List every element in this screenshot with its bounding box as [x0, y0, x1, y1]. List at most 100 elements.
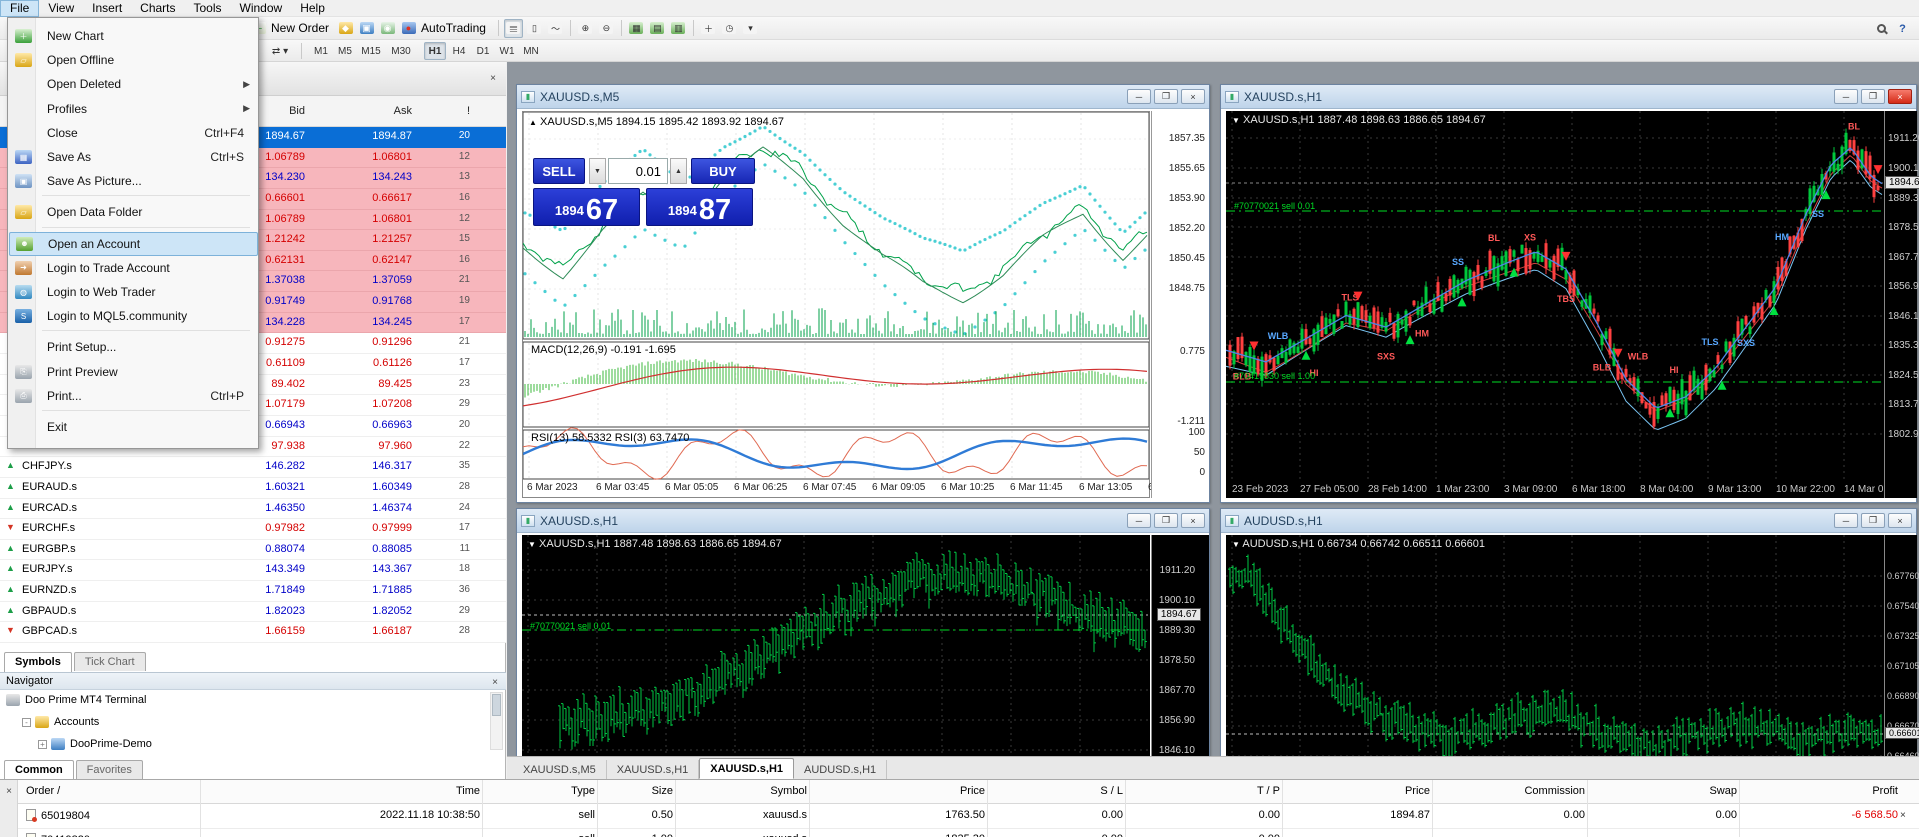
- market-watch-row[interactable]: ▲EURJPY.s143.349143.36718: [0, 560, 506, 581]
- mw-header-ask[interactable]: Ask: [350, 105, 412, 117]
- restore-icon[interactable]: ❒: [1861, 513, 1885, 528]
- timeframe-d1[interactable]: D1: [472, 42, 494, 60]
- chart-window-titlebar[interactable]: ▮ XAUUSD.s,H1 ─ ❒ ×: [1221, 85, 1916, 109]
- terminal-col-profit[interactable]: Profit: [1747, 785, 1898, 797]
- market-watch-row[interactable]: ▲GBPAUD.s1.820231.8205229: [0, 602, 506, 623]
- file-menu-item-print-preview[interactable]: ⎘Print Preview: [9, 360, 258, 384]
- menu-help[interactable]: Help: [291, 0, 334, 17]
- terminal-col-price2[interactable]: Price: [1290, 785, 1430, 797]
- sell-button[interactable]: SELL: [533, 158, 585, 184]
- minimize-icon[interactable]: ─: [1127, 89, 1151, 104]
- minimize-icon[interactable]: ─: [1127, 513, 1151, 528]
- file-menu-item-new-chart[interactable]: ＋New Chart: [9, 24, 258, 48]
- chart-window-xauusd-h1-small[interactable]: ▮ XAUUSD.s,H1 ─ ❒ × ▼ XAUUSD.s,H1 1887.4…: [516, 508, 1210, 756]
- tab-symbols[interactable]: Symbols: [4, 652, 72, 672]
- terminal-col-tp[interactable]: T / P: [1133, 785, 1280, 797]
- buy-price[interactable]: 189487: [646, 188, 753, 226]
- terminal-icon[interactable]: ▣: [357, 19, 376, 38]
- menu-charts[interactable]: Charts: [131, 0, 184, 17]
- chart-window-xauusd-h1-main[interactable]: ▮ XAUUSD.s,H1 ─ ❒ × BLBWLBHITLSSXSHMSSBL…: [1220, 84, 1917, 503]
- h1-main-chart-canvas[interactable]: BLBWLBHITLSSXSHMSSBLXSTBSBLBWLBHITLSSXSH…: [1226, 111, 1884, 498]
- restore-icon[interactable]: ❒: [1861, 89, 1885, 104]
- file-menu-item-login-to-web-trader[interactable]: ◍Login to Web Trader: [9, 280, 258, 304]
- file-menu-item-save-as-picture-[interactable]: ▣Save As Picture...: [9, 169, 258, 193]
- navigator-item-accounts[interactable]: -Accounts: [22, 712, 502, 732]
- file-menu-item-print-[interactable]: ⎙Print...Ctrl+P: [9, 384, 258, 408]
- help-icon[interactable]: ?: [1893, 19, 1912, 38]
- tab-common[interactable]: Common: [4, 760, 74, 780]
- restore-icon[interactable]: ❒: [1154, 89, 1178, 104]
- close-icon[interactable]: ×: [1888, 513, 1912, 528]
- market-watch-row[interactable]: ▼EURCHF.s0.979820.9799917: [0, 519, 506, 540]
- file-menu-item-profiles[interactable]: Profiles▶: [9, 97, 258, 121]
- indicators-icon[interactable]: ＋: [699, 19, 718, 38]
- close-icon[interactable]: ×: [1181, 513, 1205, 528]
- bar-chart-icon[interactable]: 𝄙: [504, 19, 523, 38]
- file-menu-item-exit[interactable]: Exit: [9, 415, 258, 439]
- terminal-col-commission[interactable]: Commission: [1440, 785, 1585, 797]
- file-menu-item-open-offline[interactable]: ▱Open Offline: [9, 48, 258, 72]
- sell-price[interactable]: 189467: [533, 188, 640, 226]
- tile-windows-icon[interactable]: ▦: [627, 19, 646, 38]
- close-icon[interactable]: ×: [1888, 89, 1912, 104]
- buy-button[interactable]: BUY: [691, 158, 755, 184]
- chart-tab-xauusd-s-h1[interactable]: XAUUSD.s,H1: [699, 758, 794, 779]
- terminal-col-price[interactable]: Price: [817, 785, 985, 797]
- candlestick-icon[interactable]: ▯: [525, 19, 544, 38]
- menu-tools[interactable]: Tools: [185, 0, 231, 17]
- market-watch-row[interactable]: ▲EURCAD.s1.463501.4637424: [0, 499, 506, 520]
- new-order-button[interactable]: New Order: [271, 21, 329, 35]
- tree-expander-icon[interactable]: +: [38, 740, 47, 749]
- tab-tick-chart[interactable]: Tick Chart: [74, 652, 146, 671]
- terminal-col-swap[interactable]: Swap: [1595, 785, 1737, 797]
- timeframe-mn[interactable]: MN: [520, 42, 542, 60]
- timeframe-m5[interactable]: M5: [334, 42, 356, 60]
- dropdown-icon[interactable]: ▾: [741, 19, 760, 38]
- navigator-item-doo-prime-mt4-terminal[interactable]: Doo Prime MT4 Terminal: [6, 690, 486, 710]
- market-watch-row[interactable]: ▲EURGBP.s0.880740.8808511: [0, 540, 506, 561]
- terminal-col-sl[interactable]: S / L: [995, 785, 1123, 797]
- file-menu-item-login-to-trade-account[interactable]: ➜Login to Trade Account: [9, 256, 258, 280]
- file-menu-item-open-data-folder[interactable]: ▱Open Data Folder: [9, 200, 258, 224]
- menu-insert[interactable]: Insert: [83, 0, 131, 17]
- market-watch-row[interactable]: ▲CHFJPY.s146.282146.31735: [0, 457, 506, 478]
- m5-chart-canvas[interactable]: ▲ XAUUSD.s,M5 1894.15 1895.42 1893.92 18…: [522, 111, 1150, 498]
- market-watch-close-icon[interactable]: ×: [486, 71, 500, 85]
- lot-down-button[interactable]: ▼: [589, 158, 606, 184]
- terminal-col-symbol[interactable]: Symbol: [683, 785, 807, 797]
- timeframe-h4[interactable]: H4: [448, 42, 470, 60]
- expert-advisors-icon[interactable]: ◆: [336, 19, 355, 38]
- close-position-icon[interactable]: ×: [1900, 810, 1906, 821]
- lot-up-button[interactable]: ▲: [670, 158, 687, 184]
- timeframe-w1[interactable]: W1: [496, 42, 518, 60]
- terminal-col-time[interactable]: Time: [208, 785, 480, 797]
- lot-input[interactable]: 0.01: [608, 158, 668, 184]
- autotrading-button[interactable]: AutoTrading: [421, 21, 486, 35]
- arrange-icon[interactable]: ▥: [669, 19, 688, 38]
- chart-tab-xauusd-s-h1[interactable]: XAUUSD.s,H1: [607, 760, 700, 779]
- autotrading-icon[interactable]: ●: [399, 19, 418, 38]
- terminal-order-row[interactable]: 70419830sell1.00xauusd.s1835.300.000.00: [18, 828, 1919, 837]
- close-icon[interactable]: ×: [1181, 89, 1205, 104]
- menu-file[interactable]: File: [0, 0, 39, 17]
- file-menu-item-open-an-account[interactable]: ☻Open an Account: [9, 232, 258, 256]
- restore-icon[interactable]: ❒: [1154, 513, 1178, 528]
- search-icon[interactable]: [1872, 19, 1891, 38]
- chart-window-titlebar[interactable]: ▮ XAUUSD.s,H1 ─ ❒ ×: [517, 509, 1209, 533]
- line-chart-icon[interactable]: 〜: [546, 19, 565, 38]
- zoom-in-icon[interactable]: ⊕: [576, 19, 595, 38]
- minimize-icon[interactable]: ─: [1834, 89, 1858, 104]
- chart-window-xauusd-m5[interactable]: ▮ XAUUSD.s,M5 ─ ❒ × ▲ XAUUSD.s,M5 1894.1…: [516, 84, 1210, 503]
- chart-window-titlebar[interactable]: ▮ AUDUSD.s,H1 ─ ❒ ×: [1221, 509, 1916, 533]
- file-menu-item-close[interactable]: CloseCtrl+F4: [9, 121, 258, 145]
- h1-small-chart-canvas[interactable]: ▼ XAUUSD.s,H1 1887.48 1898.63 1886.65 18…: [522, 535, 1150, 756]
- market-watch-row[interactable]: ▲EURNZD.s1.718491.7188536: [0, 581, 506, 602]
- chart-window-audusd-h1[interactable]: ▮ AUDUSD.s,H1 ─ ❒ × ▼ AUDUSD.s,H1 0.6673…: [1220, 508, 1917, 756]
- signal-icon[interactable]: ◉: [378, 19, 397, 38]
- chart-tab-audusd-s-h1[interactable]: AUDUSD.s,H1: [794, 760, 887, 779]
- terminal-col-size[interactable]: Size: [605, 785, 673, 797]
- minimize-icon[interactable]: ─: [1834, 513, 1858, 528]
- file-menu-item-print-setup-[interactable]: Print Setup...: [9, 335, 258, 359]
- terminal-col-order[interactable]: Order /: [26, 785, 206, 797]
- terminal-order-row[interactable]: 650198042022.11.18 10:38:50sell0.50xauus…: [18, 805, 1919, 828]
